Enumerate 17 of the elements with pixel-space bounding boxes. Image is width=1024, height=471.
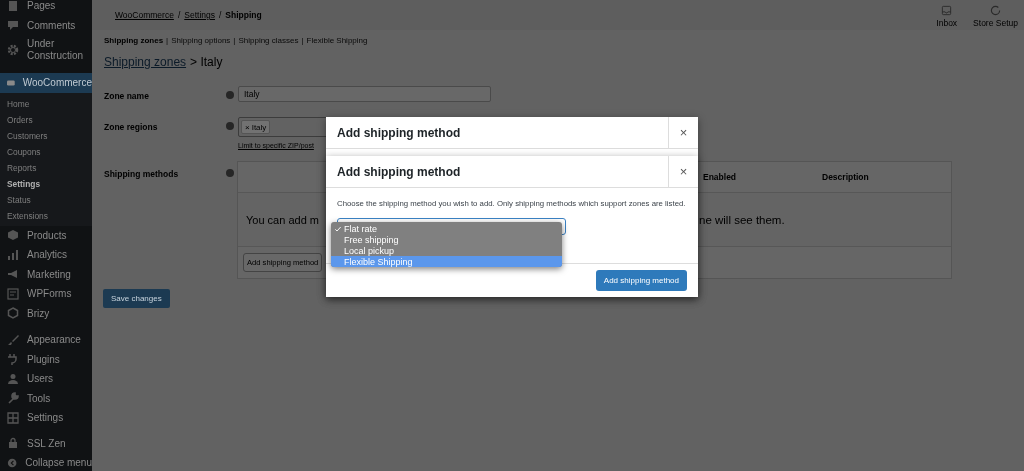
page-title: > Italy — [190, 55, 223, 69]
tab-separator: | — [166, 35, 169, 45]
empty-message: ne will see them. — [699, 213, 786, 226]
column-header: Description — [822, 172, 870, 182]
breadcrumb-separator: / — [177, 10, 181, 20]
field-label: Zone regions — [104, 121, 159, 132]
field-label: Zone name — [104, 90, 150, 101]
empty-message: You can add m — [245, 213, 320, 226]
column-header: Enabled — [703, 172, 738, 182]
tab-separator: | — [233, 35, 236, 45]
breadcrumb-separator: / — [219, 10, 222, 20]
modal-title: Add shipping method — [336, 163, 462, 181]
tag-label: Italy — [251, 122, 267, 132]
modal-title: Add shipping method — [336, 124, 462, 142]
breadcrumb-current: Shipping — [225, 10, 262, 20]
field-label: Shipping methods — [104, 168, 180, 179]
tab-separator: | — [301, 35, 304, 45]
